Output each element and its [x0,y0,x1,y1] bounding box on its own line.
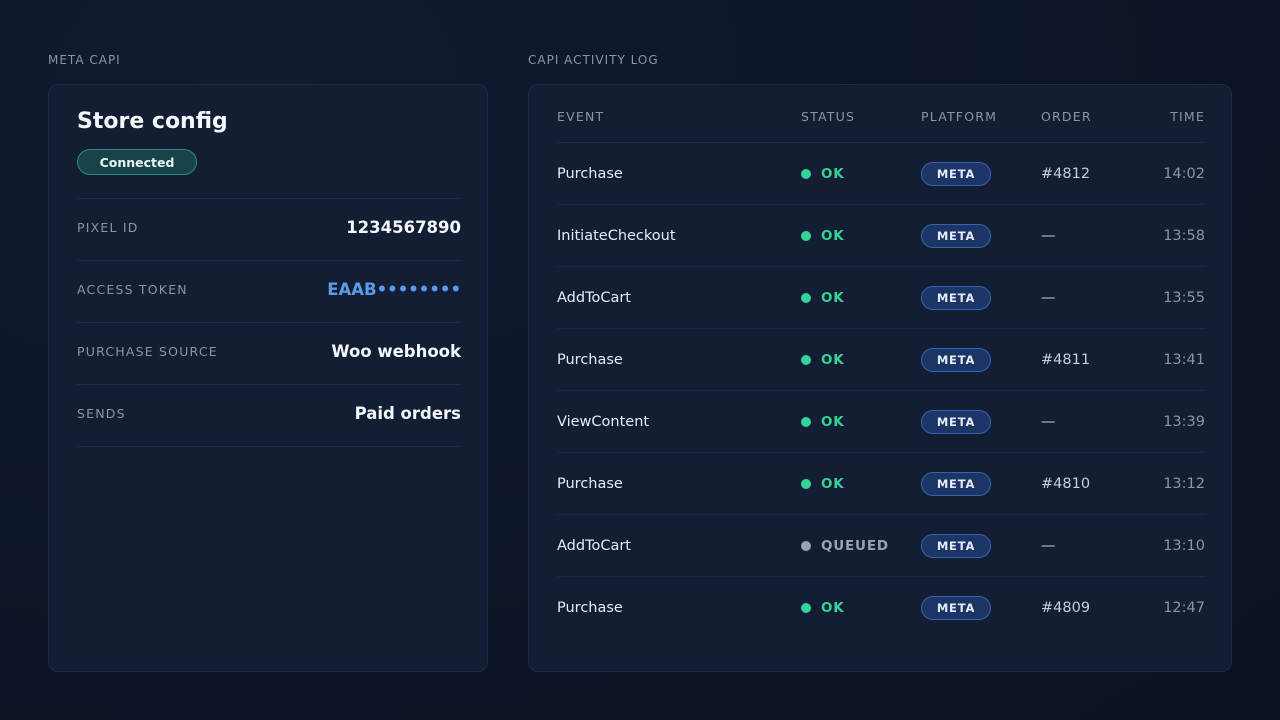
log-table-header: EVENT STATUS PLATFORM ORDER TIME [557,109,1205,143]
order-number: — [1041,537,1056,554]
config-row-access-token: ACCESS TOKEN EAAB•••••••• [77,261,461,323]
status-text: OK [821,227,845,244]
status-cell: OK [801,352,845,368]
event-time: 13:41 [1163,351,1205,368]
event-time: 13:55 [1163,289,1205,306]
status-cell: QUEUED [801,538,889,554]
status-cell: OK [801,166,845,182]
status-cell: OK [801,228,845,244]
order-number: #4809 [1041,600,1091,616]
platform-badge: META [921,161,991,186]
table-row[interactable]: AddToCart QUEUED META — 13:10 [557,515,1205,577]
event-name: AddToCart [557,537,631,554]
event-name: Purchase [557,475,623,492]
order-number: — [1041,289,1056,306]
status-dot-icon [801,603,811,613]
table-row[interactable]: InitiateCheckout OK META — 13:58 [557,205,1205,267]
config-title: Store config [77,109,228,134]
config-key: PURCHASE SOURCE [77,344,218,359]
pixel-id-value: 1234567890 [346,218,461,237]
status-text: OK [821,475,845,492]
event-name: AddToCart [557,289,631,306]
order-number: #4811 [1041,351,1091,368]
platform-badge: META [921,596,991,620]
config-key: SENDS [77,406,126,421]
config-row-pixel-id: PIXEL ID 1234567890 [77,199,461,261]
table-row[interactable]: Purchase OK META #4811 13:41 [557,329,1205,391]
config-key: PIXEL ID [77,220,139,235]
table-row[interactable]: Purchase OK META #4809 12:47 [557,577,1205,639]
status-dot-icon [801,540,811,551]
table-row[interactable]: Purchase OK META #4810 13:12 [557,453,1205,515]
event-time: 13:12 [1163,475,1205,492]
platform-badge: META [921,409,991,434]
status-dot-icon [801,168,811,179]
purchase-source-value: Woo webhook [331,342,461,361]
status-text: OK [821,413,845,430]
table-row[interactable]: AddToCart OK META — 13:55 [557,267,1205,329]
event-time: 12:47 [1163,600,1205,616]
access-token-value: EAAB•••••••• [327,280,461,299]
status-text: QUEUED [821,537,889,554]
log-table-body: Purchase OK META #4812 14:02 InitiateCheckout… [557,143,1205,639]
event-time: 13:39 [1163,413,1205,430]
platform-badge: META [921,285,991,310]
event-name: ViewContent [557,413,650,430]
status-cell: OK [801,414,845,430]
status-dot-icon [801,354,811,365]
column-header-event: EVENT [557,109,605,124]
column-header-time: TIME [1170,109,1205,124]
table-row[interactable]: Purchase OK META #4812 14:02 [557,143,1205,205]
table-row[interactable]: ViewContent OK META — 13:39 [557,391,1205,453]
status-dot-icon [801,230,811,241]
event-time: 14:02 [1163,165,1205,182]
status-dot-icon [801,416,811,427]
store-config-card: Store config Connected PIXEL ID 12345678… [48,84,488,672]
order-number: — [1041,413,1056,430]
status-dot-icon [801,478,811,489]
log-section-label: CAPI ACTIVITY LOG [528,53,659,67]
status-dot-icon [801,292,811,303]
connected-status-badge: Connected [77,149,197,175]
order-number: #4810 [1041,475,1091,492]
order-number: #4812 [1041,165,1091,182]
status-text: OK [821,600,845,616]
event-name: InitiateCheckout [557,227,676,244]
column-header-platform: PLATFORM [921,109,998,124]
config-list: PIXEL ID 1234567890 ACCESS TOKEN EAAB•••… [77,198,461,447]
config-section-label: META CAPI [48,53,121,67]
sends-value: Paid orders [354,404,461,423]
config-key: ACCESS TOKEN [77,282,188,297]
status-text: OK [821,165,845,182]
status-cell: OK [801,290,845,306]
order-number: — [1041,227,1056,244]
activity-log-card: EVENT STATUS PLATFORM ORDER TIME Purchas… [528,84,1232,672]
status-cell: OK [801,600,845,616]
event-time: 13:58 [1163,227,1205,244]
config-row-purchase-source: PURCHASE SOURCE Woo webhook [77,323,461,385]
platform-badge: META [921,471,991,496]
status-cell: OK [801,476,845,492]
column-header-order: ORDER [1041,109,1092,124]
status-text: OK [821,289,845,306]
platform-badge: META [921,533,991,558]
config-row-sends: SENDS Paid orders [77,385,461,447]
event-name: Purchase [557,600,623,616]
event-time: 13:10 [1163,537,1205,554]
status-text: OK [821,351,845,368]
event-name: Purchase [557,165,623,182]
event-name: Purchase [557,351,623,368]
platform-badge: META [921,223,991,248]
platform-badge: META [921,347,991,372]
column-header-status: STATUS [801,109,856,124]
